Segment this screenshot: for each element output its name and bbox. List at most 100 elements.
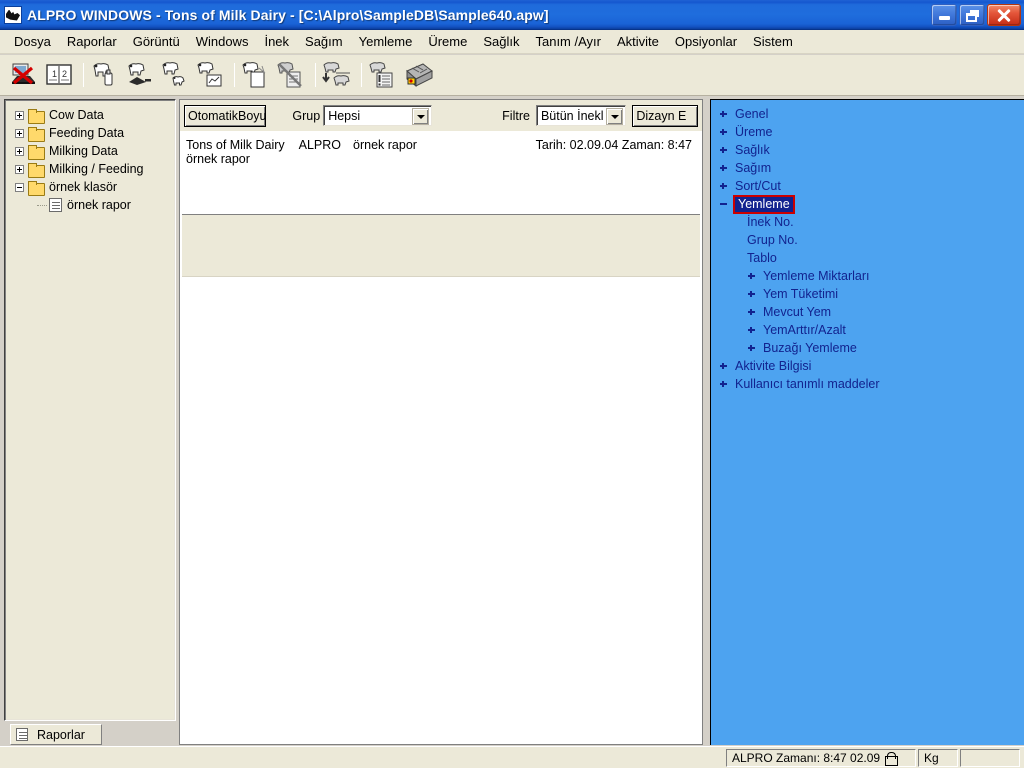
expand-plus-icon[interactable]	[719, 127, 729, 137]
expand-plus-icon[interactable]	[719, 361, 729, 371]
field-item-label: Sort/Cut	[735, 179, 781, 193]
menu-item-ureme[interactable]: Üreme	[420, 31, 475, 53]
field-item-tablo[interactable]: Tablo	[719, 249, 1024, 267]
collapse-minus-icon[interactable]	[15, 182, 24, 192]
expand-plus-icon[interactable]	[719, 181, 729, 191]
expand-plus-icon[interactable]	[15, 110, 24, 120]
field-item-yem-tuketimi[interactable]: Yem Tüketimi	[719, 285, 1024, 303]
cow-chart-icon[interactable]	[194, 59, 226, 91]
expand-plus-icon[interactable]	[747, 307, 757, 317]
report-tree-panel: Cow Data Feeding Data Milking Data Milki…	[4, 99, 176, 721]
cow-calf-icon[interactable]	[159, 59, 191, 91]
field-item-label: İnek No.	[747, 215, 794, 229]
menu-item-raporlar[interactable]: Raporlar	[59, 31, 125, 53]
field-item-label: Sağım	[735, 161, 772, 175]
grup-select[interactable]: Hepsi	[323, 105, 433, 126]
toolbar-separator	[315, 63, 316, 87]
cow-document-disabled-icon[interactable]	[275, 59, 307, 91]
tree-item-ornek-klasor[interactable]: örnek klasör	[15, 178, 175, 196]
folder-icon	[28, 126, 45, 142]
document-icon	[49, 198, 62, 212]
field-item-sagim[interactable]: Sağım	[719, 159, 1024, 177]
toolbar-separator	[361, 63, 362, 87]
computer-disabled-icon[interactable]	[8, 59, 40, 91]
field-item-saglik[interactable]: Sağlık	[719, 141, 1024, 159]
menu-item-aktivite[interactable]: Aktivite	[609, 31, 667, 53]
cow-sort-icon[interactable]	[321, 59, 353, 91]
expand-plus-icon[interactable]	[719, 163, 729, 173]
expand-plus-icon[interactable]	[719, 145, 729, 155]
field-item-ureme[interactable]: Üreme	[719, 123, 1024, 141]
folder-icon	[28, 162, 45, 178]
grup-select-value: Hepsi	[328, 108, 361, 123]
menu-item-sagim[interactable]: Sağım	[297, 31, 351, 53]
calculator-icon[interactable]	[402, 59, 434, 91]
window-title: ALPRO WINDOWS - Tons of Milk Dairy - [C:…	[27, 6, 549, 23]
design-button[interactable]: Dizayn E	[632, 104, 698, 127]
menu-item-saglik[interactable]: Sağlık	[475, 31, 527, 53]
menu-item-yemleme[interactable]: Yemleme	[351, 31, 421, 53]
field-selector-panel: Genel Üreme Sağlık Sağım Sort/Cut Yemlem…	[710, 99, 1024, 745]
field-item-genel[interactable]: Genel	[719, 105, 1024, 123]
field-item-label: Aktivite Bilgisi	[735, 359, 812, 373]
autosize-button[interactable]: OtomatikBoyu	[184, 104, 267, 127]
status-unit: Kg	[918, 748, 958, 767]
title-bar[interactable]: ALPRO WINDOWS - Tons of Milk Dairy - [C:…	[0, 0, 1024, 30]
expand-plus-icon[interactable]	[747, 343, 757, 353]
expand-plus-icon[interactable]	[747, 325, 757, 335]
close-icon[interactable]	[987, 3, 1021, 26]
field-item-kullanici-tanimli-maddeler[interactable]: Kullanıcı tanımlı maddeler	[719, 375, 1024, 393]
chevron-down-icon[interactable]	[606, 107, 624, 125]
menu-item-tanim-ayir[interactable]: Tanım /Ayır	[527, 31, 609, 53]
tree-item-milking-data[interactable]: Milking Data	[15, 142, 175, 160]
report-column-band	[182, 214, 700, 277]
field-item-inek-no[interactable]: İnek No.	[719, 213, 1024, 231]
expand-plus-icon[interactable]	[747, 271, 757, 281]
expand-plus-icon[interactable]	[15, 164, 24, 174]
cow-logo-icon[interactable]	[4, 5, 22, 24]
menu-item-sistem[interactable]: Sistem	[745, 31, 801, 53]
status-alpro-time-label: ALPRO Zamanı: 8:47 02.09	[732, 750, 881, 765]
cow-report-alert-icon[interactable]	[367, 59, 399, 91]
field-tree: Genel Üreme Sağlık Sağım Sort/Cut Yemlem…	[711, 100, 1024, 393]
filtre-select[interactable]: Bütün İnekl	[535, 105, 627, 126]
cow-feed-icon[interactable]	[124, 59, 156, 91]
tab-raporlar[interactable]: Raporlar	[10, 724, 102, 745]
expand-plus-icon[interactable]	[747, 289, 757, 299]
menu-item-inek[interactable]: İnek	[256, 31, 297, 53]
expand-plus-icon[interactable]	[719, 109, 729, 119]
menu-item-opsiyonlar[interactable]: Opsiyonlar	[667, 31, 745, 53]
tree-item-milking-feeding[interactable]: Milking / Feeding	[15, 160, 175, 178]
menu-item-windows[interactable]: Windows	[188, 31, 257, 53]
menu-item-dosya[interactable]: Dosya	[6, 31, 59, 53]
report-tree: Cow Data Feeding Data Milking Data Milki…	[5, 100, 175, 214]
field-item-grup-no[interactable]: Grup No.	[719, 231, 1024, 249]
toolbar: 1 2	[0, 55, 1024, 96]
report-preview-panel: OtomatikBoyu Grup Hepsi Filtre Bütün İne…	[179, 99, 703, 745]
cow-document-icon[interactable]	[240, 59, 272, 91]
tree-item-feeding-data[interactable]: Feeding Data	[15, 124, 175, 142]
expand-plus-icon[interactable]	[719, 379, 729, 389]
field-item-label: Yem Tüketimi	[763, 287, 839, 301]
field-item-sort-cut[interactable]: Sort/Cut	[719, 177, 1024, 195]
filtre-select-value: Bütün İnekl	[540, 108, 604, 123]
field-item-yemleme-miktarlari[interactable]: Yemleme Miktarları	[719, 267, 1024, 285]
cow-bottle-icon[interactable]	[89, 59, 121, 91]
tree-item-cow-data[interactable]: Cow Data	[15, 106, 175, 124]
minimize-icon[interactable]	[931, 3, 957, 26]
menu-item-goruntu[interactable]: Görüntü	[125, 31, 188, 53]
report-header: Tons of Milk Dairy ALPRO örnek rapor Tar…	[180, 132, 702, 214]
field-item-aktivite-bilgisi[interactable]: Aktivite Bilgisi	[719, 357, 1024, 375]
tree-item-ornek-rapor[interactable]: örnek rapor	[15, 196, 175, 214]
chevron-down-icon[interactable]	[412, 107, 430, 125]
book-pages-icon[interactable]: 1 2	[43, 59, 75, 91]
field-item-mevcut-yem[interactable]: Mevcut Yem	[719, 303, 1024, 321]
collapse-minus-icon[interactable]	[719, 199, 729, 209]
field-item-yemleme[interactable]: Yemleme	[719, 194, 1024, 214]
restore-icon[interactable]	[959, 3, 985, 26]
status-alpro-time: ALPRO Zamanı: 8:47 02.09	[726, 748, 916, 767]
expand-plus-icon[interactable]	[15, 128, 24, 138]
expand-plus-icon[interactable]	[15, 146, 24, 156]
field-item-yem-arttir-azalt[interactable]: YemArttır/Azalt	[719, 321, 1024, 339]
field-item-buzagi-yemleme[interactable]: Buzağı Yemleme	[719, 339, 1024, 357]
